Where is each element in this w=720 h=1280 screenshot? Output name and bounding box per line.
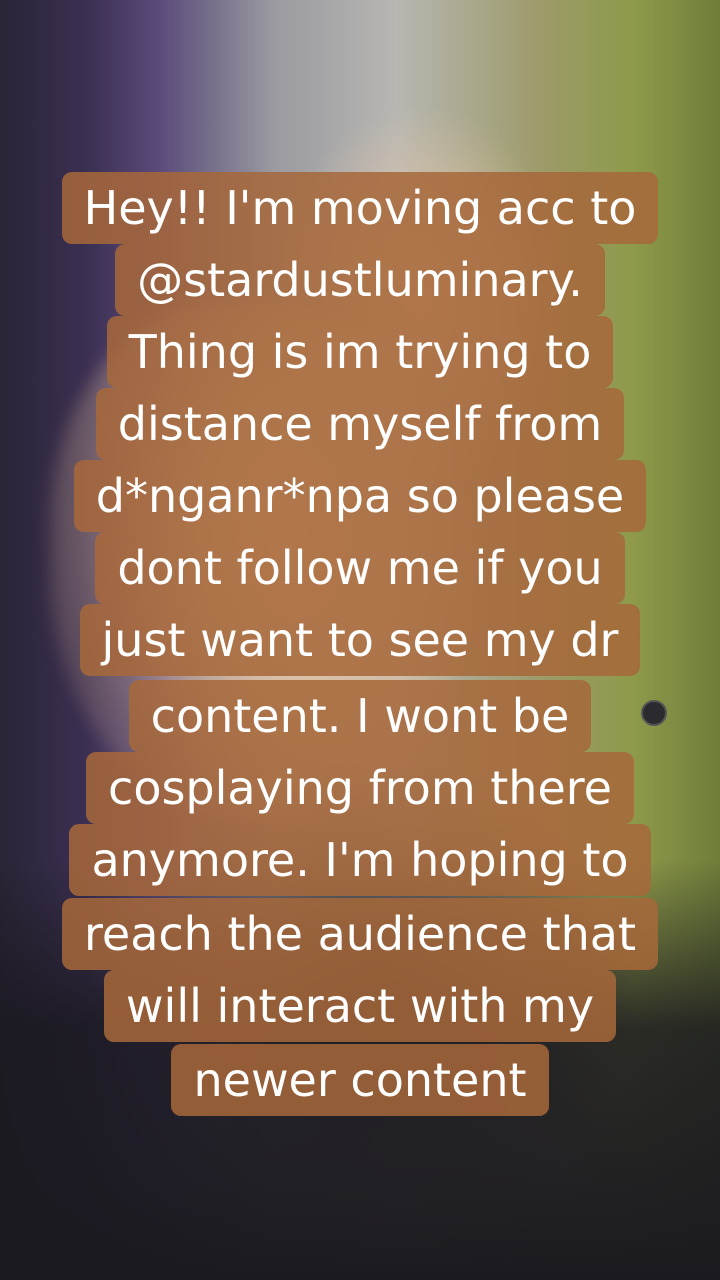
caption-line-text: cosplaying from there bbox=[86, 752, 634, 824]
caption-line-text: Hey!! I'm moving acc to bbox=[61, 172, 659, 244]
caption-line-text: reach the audience that bbox=[62, 898, 658, 970]
caption-line-text: d*nganr*npa so please bbox=[73, 460, 647, 532]
caption-line-text: newer content bbox=[171, 1044, 549, 1116]
caption-line: Hey!! I'm moving acc to bbox=[0, 172, 720, 244]
caption-line: anymore. I'm hoping to bbox=[0, 824, 720, 896]
caption-line: newer content bbox=[0, 1044, 720, 1116]
caption-line-text: content. I wont be bbox=[128, 680, 592, 752]
caption-line: reach the audience that bbox=[0, 898, 720, 970]
caption-line: content. I wont be bbox=[0, 680, 720, 752]
video-frame: Hey!! I'm moving acc to @stardustluminar… bbox=[0, 0, 720, 1280]
caption-line: Thing is im trying to bbox=[0, 316, 720, 388]
caption-line: dont follow me if you bbox=[0, 532, 720, 604]
caption-line-text: just want to see my dr bbox=[79, 604, 641, 676]
caption-line: d*nganr*npa so please bbox=[0, 460, 720, 532]
caption-line-text: will interact with my bbox=[103, 970, 617, 1042]
caption-line-text: Thing is im trying to bbox=[106, 316, 614, 388]
caption-line: cosplaying from there bbox=[0, 752, 720, 824]
caption-line: @stardustluminary. bbox=[0, 244, 720, 316]
caption-line-text: distance myself from bbox=[95, 388, 625, 460]
caption-line: will interact with my bbox=[0, 970, 720, 1042]
caption-line: just want to see my dr bbox=[0, 604, 720, 676]
caption-line-text: dont follow me if you bbox=[95, 532, 625, 604]
caption-line: distance myself from bbox=[0, 388, 720, 460]
caption-line-text: anymore. I'm hoping to bbox=[69, 824, 651, 896]
caption-line-text: @stardustluminary. bbox=[115, 244, 605, 316]
